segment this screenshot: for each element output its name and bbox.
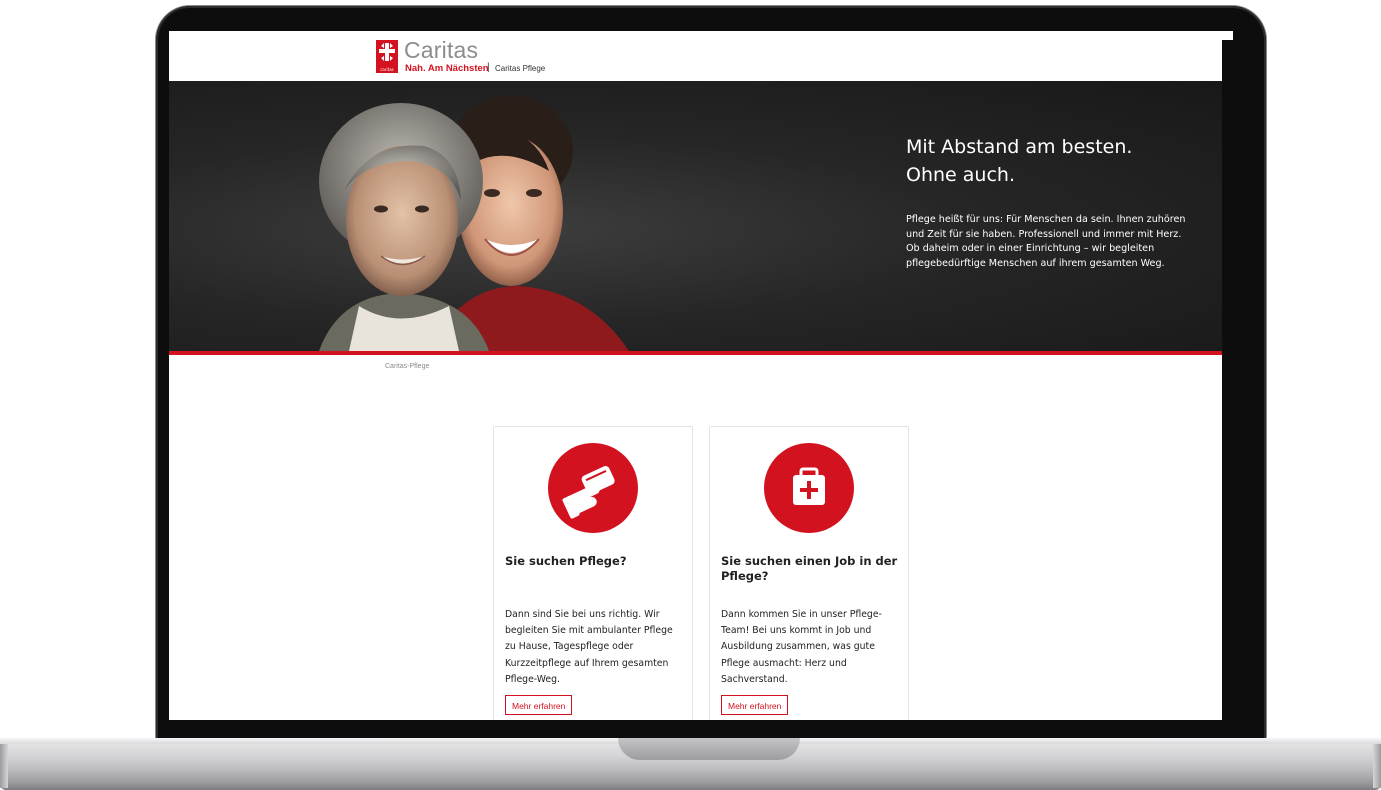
laptop-base-edge-right xyxy=(1373,744,1381,788)
card-seek-job: Sie suchen einen Job in der Pflege? Dann… xyxy=(709,426,909,720)
site-header: caritas Caritas Nah. Am Nächsten | Carit… xyxy=(169,31,1233,81)
logo-small-text: caritas xyxy=(380,67,394,72)
hero-red-stripe xyxy=(169,351,1233,355)
hero-portrait-image xyxy=(319,96,629,351)
card-seek-care: Sie suchen Pflege? Dann sind Sie bei uns… xyxy=(493,426,693,720)
card-text: Dann sind Sie bei uns richtig. Wir begle… xyxy=(505,609,673,685)
card-text: Dann kommen Sie in unser Pflege-Team! Be… xyxy=(721,609,882,685)
card-title: Sie suchen einen Job in der Pflege? xyxy=(721,554,898,583)
brand-tagline: Nah. Am Nächsten xyxy=(405,63,489,74)
hero-title-line-1: Mit Abstand am besten. xyxy=(906,136,1133,158)
handshake-icon xyxy=(562,466,615,519)
screen-right-edge xyxy=(1222,40,1233,720)
brand-separator: | xyxy=(487,62,490,73)
subsite-name[interactable]: Caritas Pflege xyxy=(495,64,545,73)
card-title: Sie suchen Pflege? xyxy=(505,554,627,568)
breadcrumb[interactable]: Caritas-Pflege xyxy=(385,363,429,370)
flame-cross-icon xyxy=(379,43,395,61)
card-icon-circle xyxy=(764,443,854,533)
more-info-button[interactable]: Mehr erfahren xyxy=(721,695,789,715)
laptop-screen: caritas Caritas Nah. Am Nächsten | Carit… xyxy=(169,31,1233,720)
hero-title-line-2: Ohne auch. xyxy=(906,164,1015,186)
caritas-logo[interactable]: caritas xyxy=(376,40,398,73)
hero-description: Pflege heißt für uns: Für Menschen da se… xyxy=(906,214,1186,269)
first-aid-kit-icon xyxy=(793,467,825,505)
card-icon-circle xyxy=(548,443,638,533)
more-info-button[interactable]: Mehr erfahren xyxy=(505,695,573,715)
laptop-base-edge-left xyxy=(0,744,8,788)
brand-name[interactable]: Caritas xyxy=(404,37,478,64)
hero-title: Mit Abstand am besten. Ohne auch. xyxy=(906,133,1206,189)
laptop-notch xyxy=(618,738,800,760)
